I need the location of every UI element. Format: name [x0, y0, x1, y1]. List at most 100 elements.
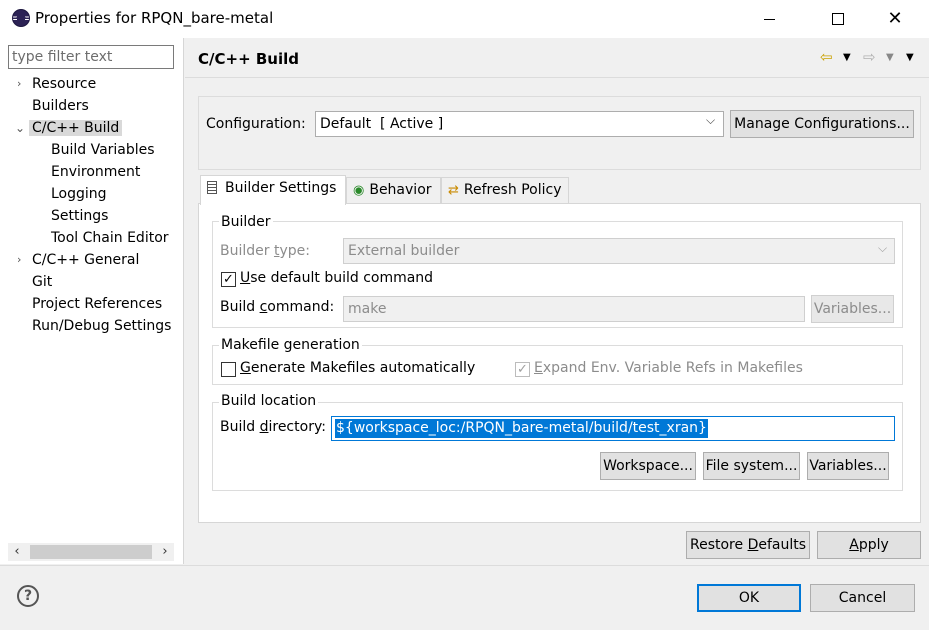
- tab-builder-settings[interactable]: Builder Settings: [200, 175, 346, 205]
- use-default-command-checkbox[interactable]: ✓: [221, 272, 236, 287]
- label-part: efaults: [758, 537, 807, 553]
- maximize-icon: [832, 13, 844, 25]
- minimize-icon: [763, 18, 775, 20]
- view-menu-icon[interactable]: ▼: [906, 52, 914, 63]
- sidebar-item-build-variables[interactable]: Build Variables: [51, 139, 155, 161]
- back-menu-chevron-icon[interactable]: ▼: [843, 52, 851, 63]
- label-part: ommand:: [267, 299, 335, 315]
- label-part: Build: [220, 299, 260, 315]
- scrollbar-thumb[interactable]: [30, 545, 152, 559]
- makefile-group-title: Makefile generation: [219, 337, 362, 353]
- scroll-left-icon[interactable]: ‹: [10, 543, 24, 561]
- builder-settings-icon: [207, 181, 217, 194]
- build-directory-input[interactable]: ${workspace_loc:/RPQN_bare-metal/build/t…: [331, 416, 895, 441]
- maximize-button[interactable]: [815, 0, 861, 38]
- build-command-field: make: [343, 296, 805, 322]
- chevron-right-icon[interactable]: ›: [17, 73, 21, 95]
- build-command-label: Build command:: [220, 299, 334, 315]
- sidebar-item-environment[interactable]: Environment: [51, 161, 140, 183]
- sidebar-item-cpp-general[interactable]: › C/C++ General: [17, 249, 140, 271]
- cancel-button[interactable]: Cancel: [810, 584, 915, 612]
- builder-type-label: Builder type:: [220, 243, 310, 259]
- build-directory-label: Build directory:: [220, 419, 326, 435]
- sidebar-item-run-debug-settings[interactable]: Run/Debug Settings: [32, 315, 171, 337]
- sidebar-item-label: Resource: [32, 76, 97, 92]
- sidebar-item-label: Logging: [51, 186, 107, 202]
- label-mnemonic: G: [240, 360, 251, 376]
- minimize-button[interactable]: [746, 0, 792, 38]
- label-mnemonic: D: [747, 537, 759, 553]
- builder-variables-button: Variables...: [811, 295, 894, 323]
- forward-menu-chevron-icon[interactable]: ▼: [886, 52, 894, 63]
- manage-configurations-button[interactable]: Manage Configurations...: [730, 110, 914, 138]
- label-part: Builder: [220, 243, 274, 259]
- location-variables-button[interactable]: Variables...: [807, 452, 889, 480]
- generate-makefiles-label: Generate Makefiles automatically: [240, 360, 475, 376]
- sidebar-item-git[interactable]: Git: [32, 271, 52, 293]
- use-default-command-label: Use default build command: [240, 270, 433, 286]
- sidebar-item-tool-chain-editor[interactable]: Tool Chain Editor: [51, 227, 169, 249]
- build-location-group-title: Build location: [219, 393, 319, 409]
- sidebar-item-settings[interactable]: Settings: [51, 205, 108, 227]
- generate-makefiles-checkbox[interactable]: [221, 362, 236, 377]
- tab-refresh-policy[interactable]: ⇄ Refresh Policy: [441, 177, 569, 203]
- chevron-down-icon[interactable]: ⌄: [15, 117, 25, 139]
- apply-button[interactable]: Apply: [817, 531, 921, 559]
- behavior-icon: ◉: [353, 183, 365, 198]
- filter-input[interactable]: [8, 45, 174, 69]
- sidebar-item-label: Git: [32, 274, 53, 290]
- label-part: irectory:: [268, 419, 326, 435]
- chevron-right-icon[interactable]: ›: [17, 249, 21, 271]
- sidebar-item-label: Builders: [32, 98, 89, 114]
- configuration-select[interactable]: Default [ Active ]: [315, 111, 724, 137]
- window-title: Properties for RPQN_bare-metal: [35, 9, 274, 27]
- builder-type-value: External builder: [348, 243, 460, 259]
- tab-label: Refresh Policy: [463, 182, 562, 198]
- expand-env-refs-checkbox: ✓: [515, 362, 530, 377]
- tab-label: Behavior: [369, 182, 432, 198]
- workspace-button[interactable]: Workspace...: [600, 452, 696, 480]
- sidebar-item-project-references[interactable]: Project References: [32, 293, 162, 315]
- sidebar-item-label: Run/Debug Settings: [32, 318, 172, 334]
- label-part: se default build command: [250, 270, 434, 286]
- sidebar-item-label: Environment: [51, 164, 141, 180]
- label-mnemonic: U: [240, 270, 251, 286]
- label-part: Build: [220, 419, 260, 435]
- build-directory-value: ${workspace_loc:/RPQN_bare-metal/build/t…: [335, 419, 708, 438]
- tab-label: Builder Settings: [225, 180, 337, 196]
- sidebar-item-builders[interactable]: Builders: [32, 95, 89, 117]
- sidebar-item-label: Project References: [32, 296, 163, 312]
- sidebar-item-logging[interactable]: Logging: [51, 183, 107, 205]
- horizontal-scrollbar[interactable]: ‹ ›: [8, 543, 174, 561]
- forward-arrow-icon[interactable]: ⇨: [863, 48, 876, 66]
- restore-defaults-button[interactable]: Restore Defaults: [686, 531, 810, 559]
- file-system-button[interactable]: File system...: [703, 452, 800, 480]
- expand-env-refs-label: Expand Env. Variable Refs in Makefiles: [534, 360, 803, 376]
- chevron-down-icon[interactable]: ⌵: [706, 113, 715, 128]
- label-part: ype:: [279, 243, 310, 259]
- help-icon[interactable]: ?: [17, 585, 39, 607]
- back-arrow-icon[interactable]: ⇦: [820, 48, 833, 66]
- sidebar-item-resource[interactable]: › Resource: [17, 73, 97, 95]
- builder-group-title: Builder: [219, 214, 273, 230]
- close-button[interactable]: ✕: [872, 0, 918, 38]
- builder-type-select: External builder: [343, 238, 895, 264]
- configuration-label: Configuration:: [206, 116, 306, 132]
- page-title: C/C++ Build: [198, 50, 299, 68]
- sidebar-item-label: C/C++ General: [32, 252, 140, 268]
- chevron-down-icon: ⌵: [878, 241, 888, 255]
- sidebar-item-cpp-build[interactable]: ⌄ C/C++ Build: [15, 117, 123, 139]
- tab-behavior[interactable]: ◉ Behavior: [346, 177, 441, 203]
- build-command-value: make: [348, 301, 387, 317]
- label-part: Restore: [689, 537, 748, 553]
- label-mnemonic: E: [534, 360, 543, 376]
- label-part: xpand Env. Variable Refs in Makefiles: [542, 360, 803, 376]
- label-part: enerate Makefiles automatically: [250, 360, 476, 376]
- sidebar-item-label: Tool Chain Editor: [51, 230, 169, 246]
- label-mnemonic: A: [849, 537, 859, 553]
- ok-button[interactable]: OK: [697, 584, 801, 612]
- label-part: pply: [858, 537, 889, 553]
- close-icon: ✕: [887, 8, 903, 29]
- configuration-value: Default [ Active ]: [320, 116, 444, 132]
- scroll-right-icon[interactable]: ›: [158, 543, 172, 561]
